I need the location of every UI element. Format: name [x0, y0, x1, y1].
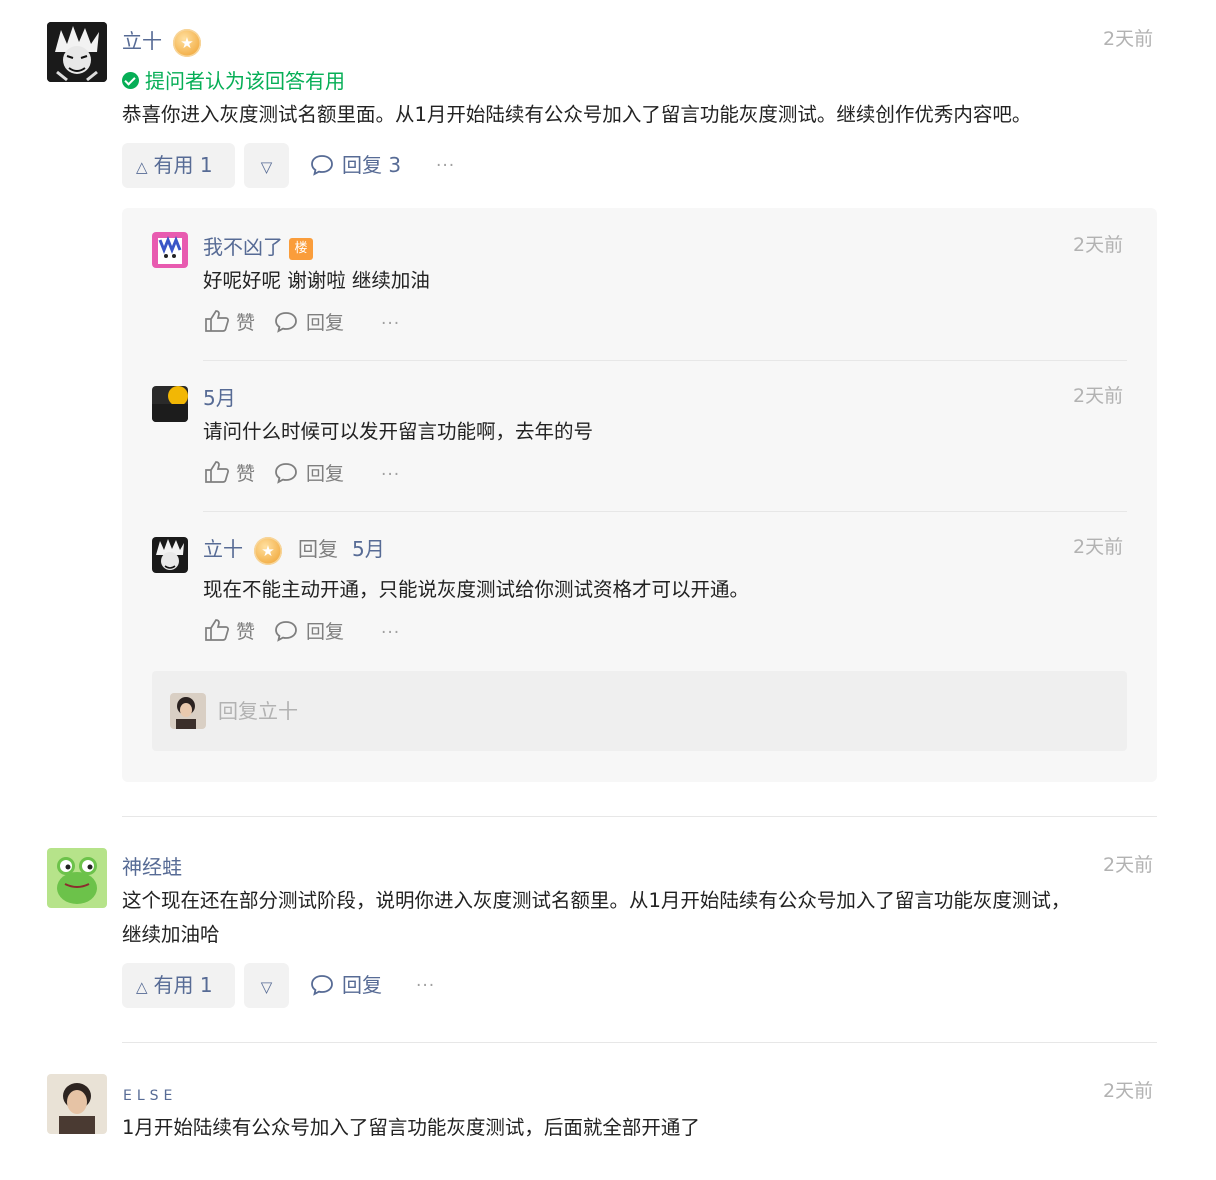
- timestamp: 2天前: [1103, 28, 1154, 50]
- comment-content-line2: 继续加油哈: [122, 923, 220, 946]
- reply-button[interactable]: 回复: [274, 309, 344, 337]
- reply-label: 回复 3: [342, 153, 402, 177]
- timestamp: 2天前: [1073, 234, 1124, 256]
- downvote-button[interactable]: ▽: [244, 143, 289, 188]
- reply-author-text[interactable]: 我不凶了: [203, 235, 283, 259]
- more-icon[interactable]: ···: [381, 310, 400, 338]
- useful-button[interactable]: △ 有用 1: [122, 963, 235, 1008]
- like-button[interactable]: 赞: [204, 309, 255, 337]
- divider: [122, 1042, 1157, 1043]
- timestamp: 2天前: [1073, 536, 1124, 558]
- check-circle-icon: [122, 72, 139, 89]
- reply-content: 现在不能主动开通，只能说灰度测试给你测试资格才可以开通。: [203, 578, 750, 601]
- like-label: 赞: [236, 463, 256, 485]
- more-icon[interactable]: ···: [416, 972, 435, 1000]
- avatar-else[interactable]: [47, 1074, 107, 1134]
- author-name[interactable]: 立十: [122, 27, 162, 55]
- triangle-down-icon: ▽: [260, 978, 273, 996]
- divider: [203, 511, 1127, 512]
- reply-label: 回复: [306, 463, 345, 485]
- avatar-shenjingwa[interactable]: [47, 848, 107, 908]
- more-icon[interactable]: ···: [381, 619, 400, 647]
- reply-content: 请问什么时候可以发开留言功能啊，去年的号: [203, 420, 594, 443]
- like-label: 赞: [236, 312, 256, 334]
- author-name[interactable]: ELSE: [123, 1086, 177, 1106]
- reply-label: 回复: [342, 973, 382, 997]
- useful-label: 有用 1: [153, 153, 213, 177]
- thumbs-up-icon: [205, 310, 229, 332]
- reply-to-name[interactable]: 5月: [352, 535, 385, 563]
- reply-button[interactable]: 回复 3: [310, 151, 401, 179]
- comment-content: 恭喜你进入灰度测试名额里面。从1月开始陆续有公众号加入了留言功能灰度测试。继续创…: [122, 103, 1032, 126]
- like-button[interactable]: 赞: [204, 460, 255, 488]
- more-icon[interactable]: ···: [436, 152, 455, 180]
- star-badge-icon: ★: [173, 29, 201, 57]
- reply-label: 回复: [306, 312, 345, 334]
- floor-tag: 楼: [289, 238, 313, 260]
- thumbs-up-icon: [205, 619, 229, 641]
- useful-label: 有用 1: [153, 973, 213, 997]
- reply-label: 回复: [306, 621, 345, 643]
- divider: [203, 360, 1127, 361]
- star-badge-icon: ★: [254, 537, 282, 565]
- triangle-up-icon: △: [136, 158, 148, 176]
- avatar-5yue[interactable]: [152, 386, 188, 422]
- downvote-button[interactable]: ▽: [244, 963, 289, 1008]
- author-name[interactable]: 神经蛙: [122, 853, 182, 881]
- speech-bubble-icon: [311, 975, 333, 996]
- avatar-lishi[interactable]: [47, 22, 107, 82]
- speech-bubble-icon: [275, 621, 297, 642]
- divider: [122, 816, 1157, 817]
- thumbs-up-icon: [205, 461, 229, 483]
- like-label: 赞: [236, 621, 256, 643]
- avatar-wobuxiongle[interactable]: [152, 232, 188, 268]
- reply-author-name[interactable]: 5月: [203, 384, 236, 412]
- reply-placeholder[interactable]: 回复立十: [218, 697, 298, 725]
- useful-button[interactable]: △ 有用 1: [122, 143, 235, 188]
- timestamp: 2天前: [1103, 1080, 1154, 1102]
- current-user-avatar: [170, 693, 206, 729]
- triangle-up-icon: △: [136, 978, 148, 996]
- avatar-lishi-small[interactable]: [152, 537, 188, 573]
- triangle-down-icon: ▽: [260, 158, 273, 176]
- reply-button[interactable]: 回复: [274, 460, 344, 488]
- more-icon[interactable]: ···: [381, 461, 400, 489]
- like-button[interactable]: 赞: [204, 618, 255, 646]
- timestamp: 2天前: [1073, 385, 1124, 407]
- speech-bubble-icon: [311, 155, 333, 176]
- speech-bubble-icon: [275, 463, 297, 484]
- speech-bubble-icon: [275, 312, 297, 333]
- accepted-text: 提问者认为该回答有用: [145, 69, 345, 93]
- reply-content: 好呢好呢 谢谢啦 继续加油: [203, 269, 430, 292]
- timestamp: 2天前: [1103, 854, 1154, 876]
- reply-button[interactable]: 回复: [310, 971, 382, 999]
- accepted-answer-label: 提问者认为该回答有用: [122, 67, 345, 95]
- reply-button[interactable]: 回复: [274, 618, 344, 646]
- reply-author-name[interactable]: 立十: [203, 535, 243, 563]
- reply-input[interactable]: [152, 671, 1127, 751]
- reply-to-word: 回复: [298, 537, 338, 561]
- reply-author-name[interactable]: 我不凶了楼: [203, 233, 313, 261]
- comment-content: 1月开始陆续有公众号加入了留言功能灰度测试，后面就全部开通了: [122, 1116, 700, 1139]
- comment-content-line1: 这个现在还在部分测试阶段，说明你进入灰度测试名额里。从1月开始陆续有公众号加入了…: [122, 889, 1071, 912]
